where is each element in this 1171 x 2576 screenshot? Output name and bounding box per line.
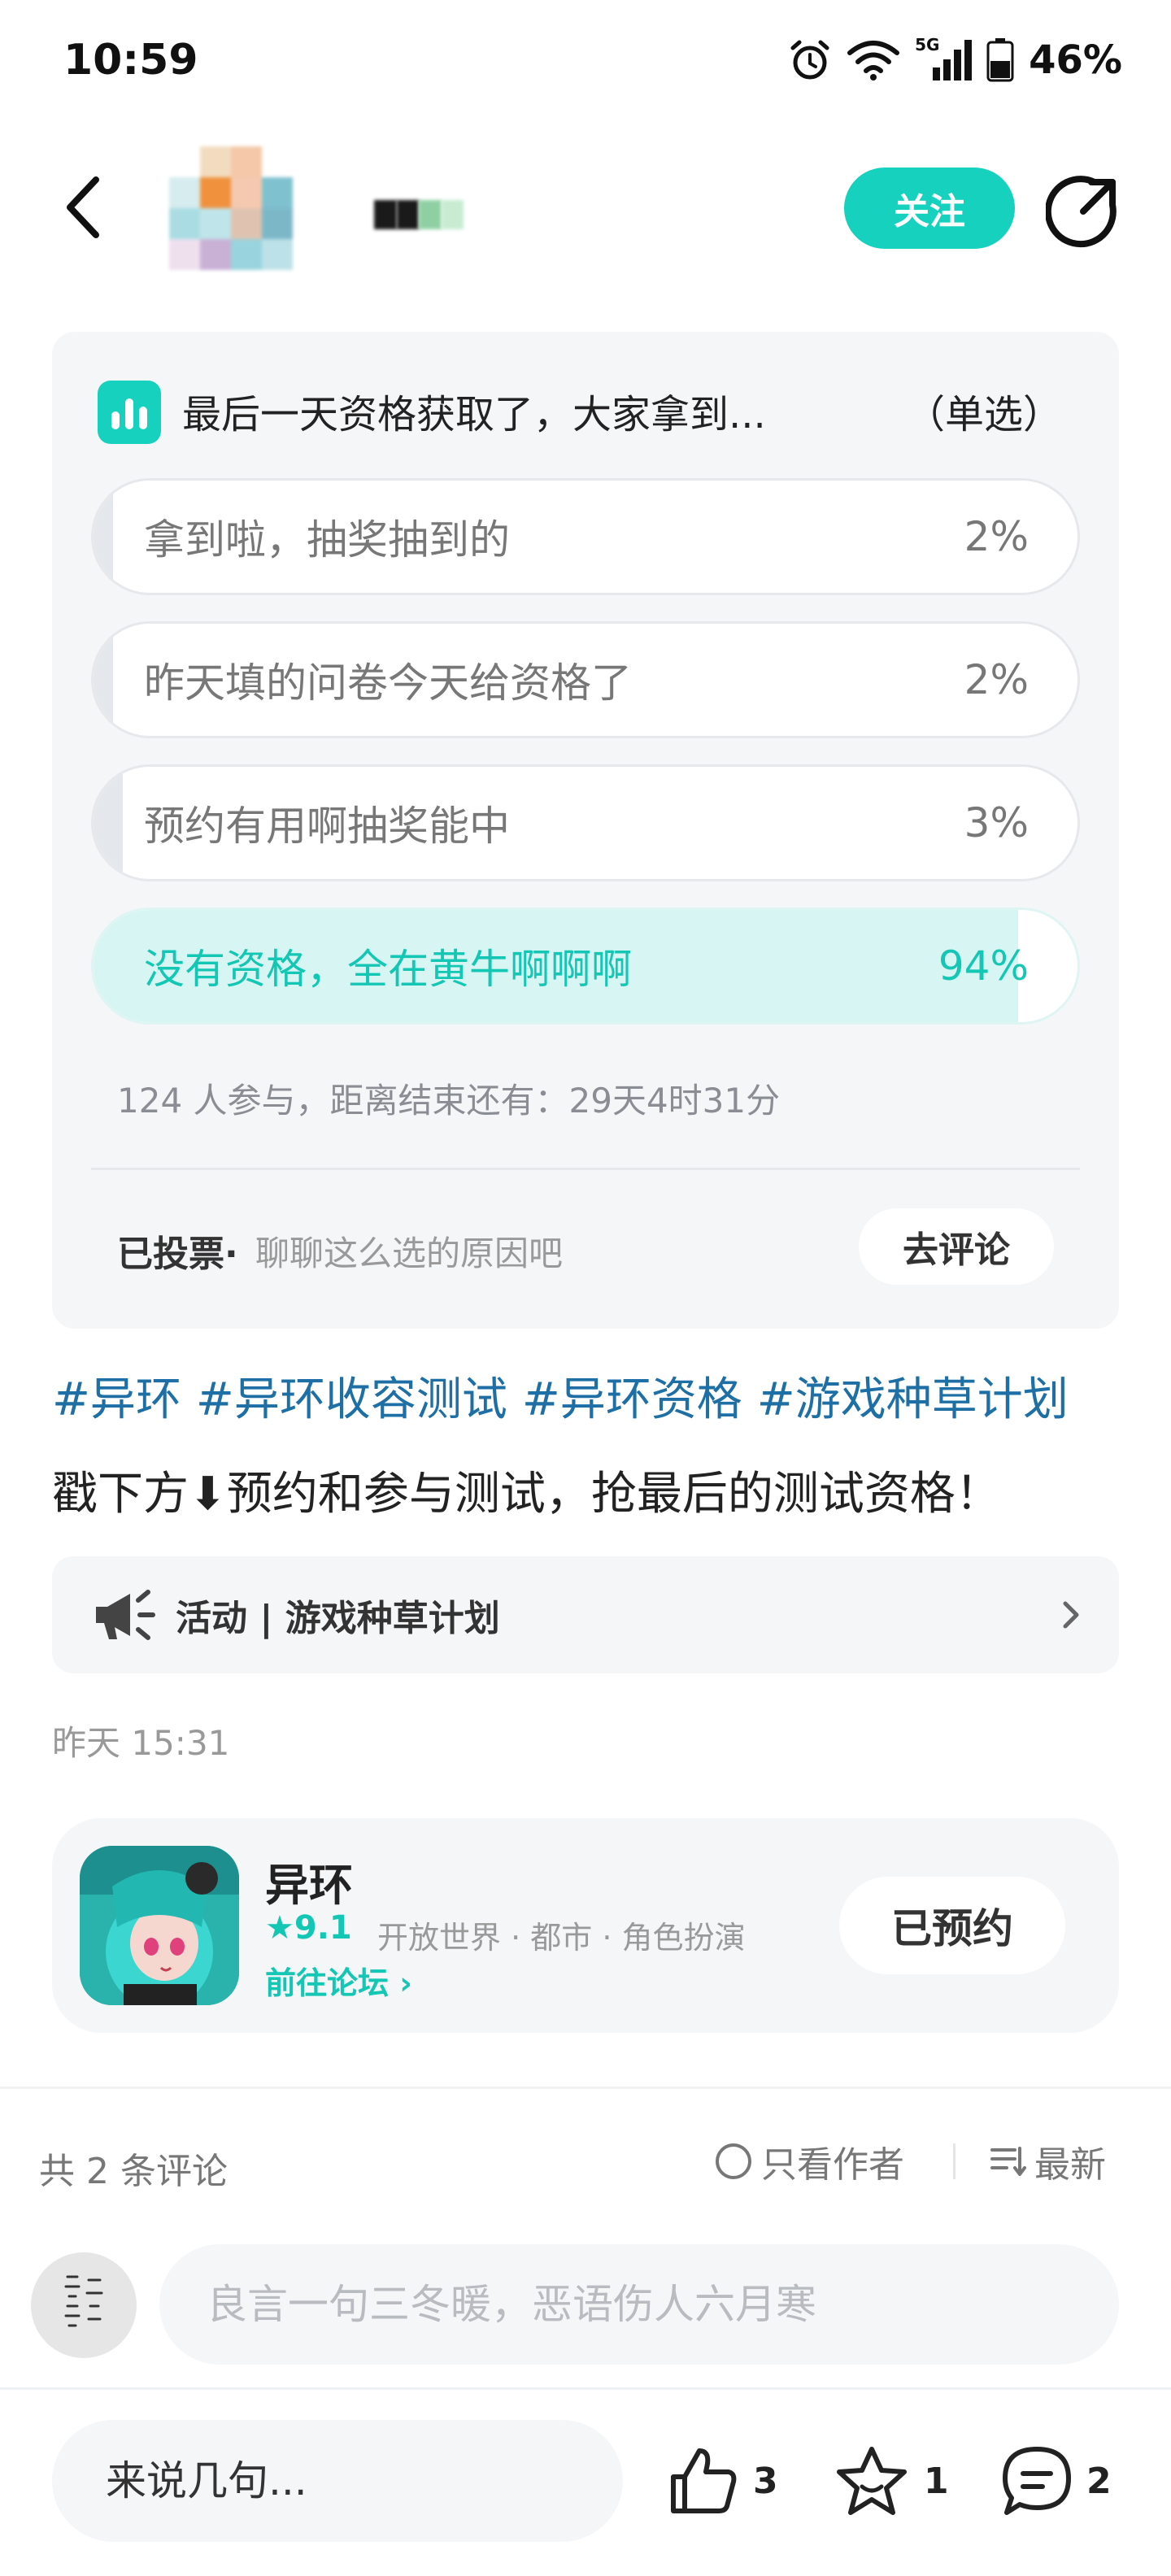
- author-only-toggle[interactable]: 只看作者: [716, 2137, 904, 2186]
- poll-option-percent: 2%: [964, 513, 1029, 560]
- tag-link[interactable]: #异环收容测试: [196, 1373, 507, 1426]
- sort-icon: [990, 2147, 1026, 2176]
- like-button[interactable]: 3: [667, 2436, 778, 2526]
- post-header: 关注: [0, 138, 1171, 276]
- signal-icon: 5G: [915, 35, 973, 82]
- app-icon: [80, 1846, 239, 2005]
- divider: [0, 2086, 1171, 2089]
- share-icon: [1044, 176, 1117, 248]
- chevron-right-icon: ›: [399, 1965, 412, 2001]
- poll-option-percent: 94%: [938, 942, 1029, 990]
- tag-link[interactable]: #异环资格: [522, 1373, 742, 1426]
- status-icons: 5G 46%: [788, 35, 1122, 85]
- my-avatar: [31, 2252, 137, 2358]
- author-only-label: 只看作者: [761, 2144, 904, 2186]
- battery-icon: [986, 38, 1014, 82]
- favorite-button[interactable]: 1: [833, 2436, 949, 2526]
- activity-label: 活动 | 游戏种草计划: [176, 1598, 500, 1639]
- author-avatar[interactable]: [169, 146, 293, 270]
- share-button[interactable]: [1044, 174, 1121, 249]
- poll-option[interactable]: 拿到啦，抽奖抽到的 2%: [91, 478, 1080, 595]
- poll-option[interactable]: 预约有用啊抽奖能中 3%: [91, 764, 1080, 881]
- divider: [953, 2143, 956, 2179]
- poll-option-fill: [94, 624, 114, 736]
- poll-hint: 聊聊这么选的原因吧: [255, 1234, 564, 1273]
- poll-option-selected[interactable]: 没有资格，全在黄牛啊啊啊 94%: [91, 907, 1080, 1025]
- divider: [0, 2387, 1171, 2390]
- radio-icon: [716, 2143, 751, 2179]
- thumbs-up-icon: [671, 2448, 737, 2513]
- battery-percent: 46%: [1029, 37, 1122, 83]
- poll-type: （单选）: [905, 392, 1062, 437]
- poll-meta: 124 人参与，距离结束还有：29天4时31分: [117, 1081, 781, 1120]
- go-comment-button[interactable]: 去评论: [859, 1208, 1054, 1285]
- app-rating: ★9.1: [265, 1909, 352, 1947]
- poll-title: 最后一天资格获取了，大家拿到...: [182, 392, 766, 437]
- app-card[interactable]: 异环 ★9.1 开放世界 · 都市 · 角色扮演 前往论坛 › 已预约: [52, 1818, 1119, 2033]
- comment-count: 共 2 条评论: [39, 2151, 228, 2192]
- comment-input[interactable]: [159, 2244, 1119, 2365]
- tag-link[interactable]: #异环: [52, 1373, 181, 1426]
- poll-card: 最后一天资格获取了，大家拿到... （单选） 拿到啦，抽奖抽到的 2% 昨天填的…: [52, 332, 1119, 1329]
- voted-label: 已投票·: [117, 1234, 238, 1275]
- tag-link[interactable]: #游戏种草计划: [757, 1373, 1069, 1426]
- post-body-text: 戳下方⬇预约和参与测试，抢最后的测试资格！: [52, 1468, 1001, 1521]
- poll-chart-icon: [98, 381, 161, 444]
- poll-option-percent: 3%: [964, 799, 1029, 846]
- app-rating-value: 9.1: [294, 1909, 352, 1947]
- sort-button[interactable]: 最新: [990, 2137, 1106, 2186]
- divider: [91, 1168, 1080, 1170]
- follow-button[interactable]: 关注: [844, 168, 1015, 249]
- forum-link-label: 前往论坛: [265, 1965, 390, 2001]
- poll-option-label: 没有资格，全在黄牛啊啊啊: [144, 946, 632, 993]
- poll-option-fill: [94, 767, 124, 879]
- poll-option[interactable]: 昨天填的问卷今天给资格了 2%: [91, 621, 1080, 738]
- sort-label: 最新: [1034, 2144, 1106, 2186]
- status-bar: 10:59 5G 46%: [0, 0, 1171, 130]
- forum-link[interactable]: 前往论坛 ›: [265, 1958, 412, 2003]
- comment-bubble-icon: [1003, 2447, 1071, 2515]
- poll-option-percent: 2%: [964, 656, 1029, 703]
- like-count: 3: [753, 2460, 778, 2502]
- app-name: 异环: [265, 1860, 353, 1911]
- star-icon: ★: [265, 1909, 294, 1947]
- favorite-count: 1: [924, 2460, 949, 2502]
- status-time: 10:59: [63, 36, 198, 85]
- poll-option-label: 拿到啦，抽奖抽到的: [144, 516, 510, 564]
- poll-option-label: 昨天填的问卷今天给资格了: [144, 659, 632, 707]
- post-timestamp: 昨天 15:31: [52, 1723, 230, 1763]
- quick-comment-input[interactable]: [52, 2420, 623, 2542]
- wifi-icon: [847, 41, 900, 80]
- alarm-icon: [790, 40, 829, 80]
- poll-option-fill: [94, 481, 114, 593]
- post-tags: #异环 #异环收容测试 #异环资格 #游戏种草计划: [52, 1363, 1083, 1429]
- app-genres: 开放世界 · 都市 · 角色扮演: [377, 1920, 746, 1956]
- chevron-right-icon: [1063, 1601, 1079, 1629]
- poll-option-label: 预约有用啊抽奖能中: [144, 803, 510, 850]
- star-outline-icon: [837, 2447, 907, 2515]
- author-name[interactable]: [374, 200, 464, 229]
- back-button[interactable]: [55, 171, 112, 244]
- reserved-button[interactable]: 已预约: [839, 1877, 1065, 1974]
- activity-bar[interactable]: 活动 | 游戏种草计划: [52, 1556, 1119, 1673]
- comment-button[interactable]: 2: [1000, 2436, 1112, 2526]
- back-arrow-icon: [67, 176, 99, 238]
- megaphone-icon: [96, 1590, 155, 1640]
- comment-count-bottom: 2: [1086, 2460, 1112, 2502]
